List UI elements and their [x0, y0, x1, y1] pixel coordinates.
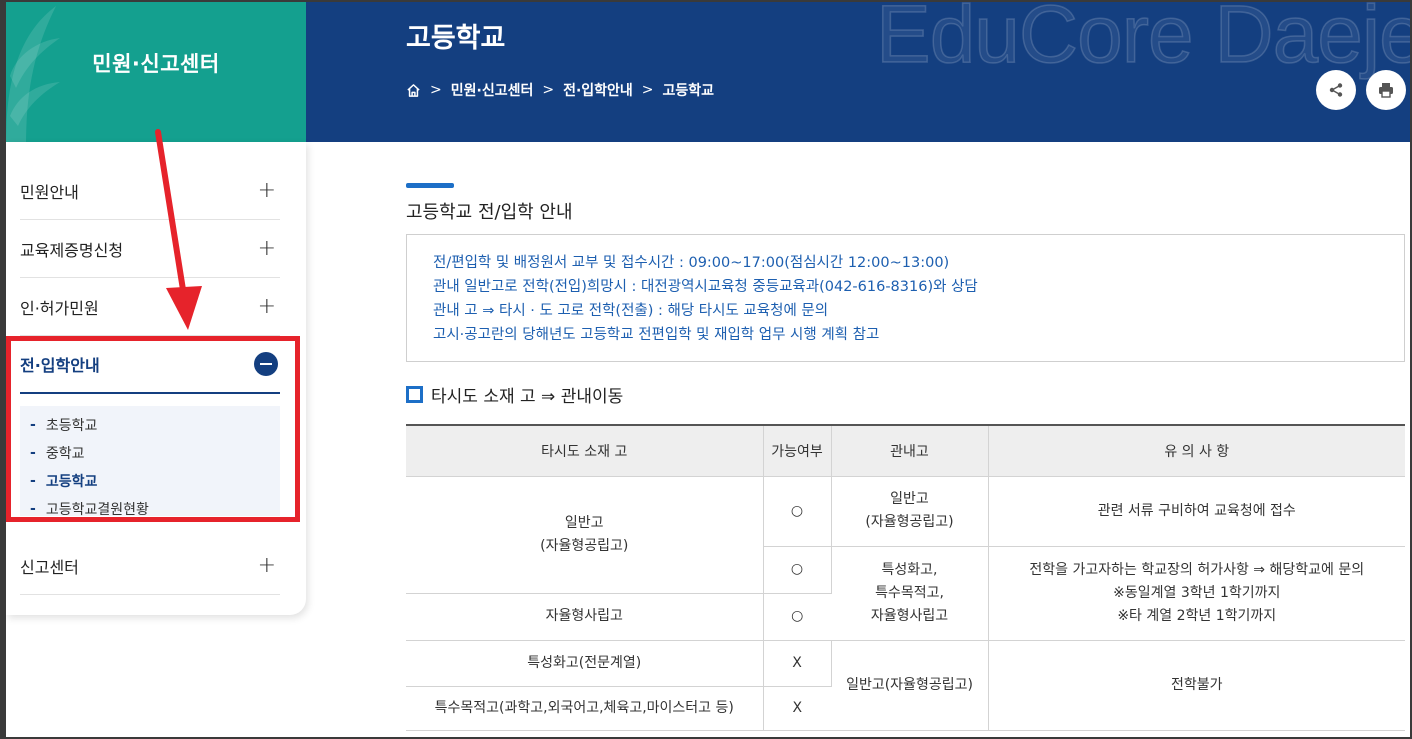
section-title: 고등학교 전/입학 안내	[406, 202, 573, 223]
share-button[interactable]	[1316, 70, 1356, 110]
sidebar-header: 민원·신고센터	[6, 2, 306, 142]
column-header: 타시도 소재 고	[406, 424, 764, 477]
table-cell: 전학을 가고자하는 학교장의 허가사항 ⇒ 해당학교에 문의 ※동일계열 3학년…	[988, 546, 1405, 641]
table-row: 일반고 (자율형공립고) ○ 일반고 (자율형공립고) 관련 서류 구비하여 교…	[406, 476, 1405, 594]
table-title: 타시도 소재 고 ⇒ 관내이동	[406, 382, 623, 407]
column-header: 유 의 사 항	[988, 424, 1405, 477]
top-banner: EduCore Daejeon 고등학교 > 민원·신고센터 > 전·입학안내 …	[306, 2, 1410, 142]
print-icon	[1379, 83, 1393, 98]
table-cell: ○	[763, 476, 832, 547]
info-line: 고시·공고란의 당해년도 고등학교 전편입학 및 재입학 업무 시행 계획 참고	[433, 327, 880, 343]
plus-icon: +	[257, 178, 276, 203]
table-cell: 전학불가	[988, 640, 1405, 731]
home-icon[interactable]	[406, 83, 421, 98]
table-cell: 특성화고(전문계열)	[406, 640, 764, 687]
sidebar-item-label: 민원안내	[20, 182, 79, 202]
breadcrumb-item-current: 고등학교	[662, 83, 715, 99]
breadcrumb-separator: >	[430, 82, 442, 98]
breadcrumb: > 민원·신고센터 > 전·입학안내 > 고등학교	[406, 80, 714, 100]
info-line: 관내 고 ⇒ 타시 · 도 고로 전학(전출) : 해당 타시도 교육청에 문의	[433, 303, 829, 319]
annotation-highlight-box	[6, 336, 300, 522]
plus-icon: +	[257, 236, 276, 261]
section-accent-bar	[406, 183, 454, 188]
table-cell: 일반고(자율형공립고)	[831, 640, 989, 731]
column-header: 가능여부	[763, 424, 832, 477]
table-cell: ○	[763, 593, 831, 641]
sidebar-title: 민원·신고센터	[92, 52, 220, 76]
breadcrumb-item[interactable]: 전·입학안내	[563, 80, 633, 100]
transfer-table: 타시도 소재 고 가능여부 관내고 유 의 사 항 일반고 (자율형공립고) ○…	[406, 424, 1405, 731]
table-cell: 일반고 (자율형공립고)	[831, 476, 989, 547]
table-row: 특성화고(전문계열) X 일반고(자율형공립고) 전학불가	[406, 640, 1405, 731]
table-cell: 관련 서류 구비하여 교육청에 접수	[988, 476, 1405, 547]
table-cell: X	[763, 686, 831, 731]
info-box: 전/편입학 및 배정원서 교부 및 접수시간 : 09:00~17:00(점심시…	[406, 234, 1405, 362]
info-line: 관내 일반고로 전학(전입)희망시 : 대전광역시교육청 중등교육과(042-6…	[433, 279, 978, 295]
sidebar-item-report-center[interactable]: 신고센터 +	[20, 537, 280, 595]
page-frame: 민원·신고센터 EduCore Daejeon 고등학교 > 민원·신고센터 >…	[0, 0, 1412, 739]
sidebar-item-label: 인·허가민원	[20, 298, 99, 318]
table-cell: ○	[763, 546, 832, 594]
table-cell: 특수목적고(과학고,외국어고,체육고,마이스터고 등)	[406, 686, 764, 731]
column-header: 관내고	[831, 424, 989, 477]
table-cell: X	[763, 640, 832, 687]
plus-icon: +	[257, 294, 276, 319]
breadcrumb-separator: >	[641, 82, 654, 98]
print-button[interactable]	[1366, 70, 1406, 110]
checkbox-bullet-icon	[406, 386, 423, 403]
breadcrumb-separator: >	[542, 82, 555, 98]
table-cell: 특성화고, 특수목적고, 자율형사립고	[831, 546, 989, 641]
table-header-row: 타시도 소재 고 가능여부 관내고 유 의 사 항	[406, 424, 1405, 477]
annotation-arrow-icon	[155, 129, 202, 330]
table-title-text: 타시도 소재 고 ⇒ 관내이동	[431, 387, 624, 407]
info-line: 전/편입학 및 배정원서 교부 및 접수시간 : 09:00~17:00(점심시…	[433, 255, 950, 271]
table-cell: 일반고 (자율형공립고)	[406, 476, 764, 594]
sidebar-item-label: 교육제증명신청	[20, 240, 124, 260]
breadcrumb-item[interactable]: 민원·신고센터	[451, 80, 534, 100]
plus-icon: +	[257, 553, 276, 578]
page-title: 고등학교	[406, 23, 506, 54]
sidebar-item-label: 신고센터	[20, 557, 79, 577]
share-icon	[1329, 83, 1343, 97]
table-cell: 자율형사립고	[406, 593, 764, 641]
